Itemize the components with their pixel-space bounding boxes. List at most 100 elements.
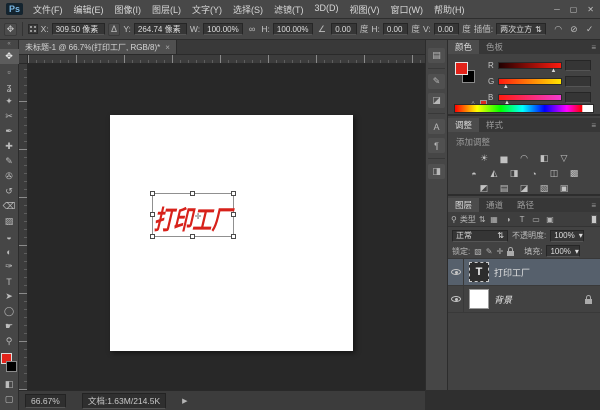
lock-transparent-icon[interactable]: ▧	[474, 247, 482, 256]
chevron-updown-icon[interactable]: ⇅	[479, 215, 486, 224]
transform-handle-nw[interactable]	[150, 191, 155, 196]
angle-input[interactable]: 0.00	[331, 23, 357, 35]
transform-handle-s[interactable]	[190, 234, 195, 239]
red-slider-track[interactable]: ▲	[498, 62, 562, 74]
color-spectrum-ramp[interactable]	[454, 104, 594, 113]
tool-lasso[interactable]: ʓ	[0, 79, 19, 94]
maximize-icon[interactable]: ▢	[570, 5, 578, 14]
red-value-field[interactable]	[565, 60, 591, 71]
clone-source-panel-icon[interactable]: ◨	[428, 164, 445, 179]
tool-crop[interactable]: ✂	[0, 109, 19, 124]
lock-all-icon[interactable]	[507, 246, 515, 256]
tool-eraser[interactable]: ⌫	[0, 199, 19, 214]
commit-transform-icon[interactable]: ✓	[583, 23, 596, 36]
transform-handle-n[interactable]	[190, 191, 195, 196]
levels-icon[interactable]: ▅	[497, 152, 512, 165]
color-lookup-icon[interactable]: ▩	[567, 167, 582, 180]
tab-channels[interactable]: 通道	[479, 198, 510, 212]
filter-smart-objects-icon[interactable]: ▣	[545, 215, 556, 224]
transform-handle-ne[interactable]	[231, 191, 236, 196]
filter-pixel-layers-icon[interactable]: ▦	[489, 215, 500, 224]
invert-icon[interactable]: ◩	[477, 182, 492, 195]
tab-swatches[interactable]: 色板	[479, 40, 510, 54]
visibility-cell[interactable]	[448, 286, 464, 312]
tool-preset-icon[interactable]: ✥	[4, 22, 17, 36]
filtering-toggle[interactable]	[591, 214, 597, 224]
type-layer-thumbnail[interactable]: T	[469, 262, 489, 282]
transform-handle-w[interactable]	[150, 212, 155, 217]
menu-file[interactable]: 文件(F)	[33, 3, 63, 16]
tool-rectangle-shape[interactable]: ◯	[0, 304, 19, 319]
minimize-icon[interactable]: ─	[554, 5, 560, 14]
background-layer-thumbnail[interactable]	[469, 289, 489, 309]
exposure-icon[interactable]: ◧	[537, 152, 552, 165]
screen-mode-button[interactable]: ▢	[0, 392, 19, 407]
filter-adjustment-layers-icon[interactable]: ◑	[503, 215, 514, 224]
panel-menu-icon[interactable]: ≡	[587, 198, 600, 212]
lock-pixels-icon[interactable]: ✎	[486, 247, 493, 256]
zoom-level-field[interactable]: 66.67%	[25, 393, 66, 408]
tool-blur[interactable]: ◒	[0, 229, 19, 244]
height-input[interactable]: 100.00%	[272, 23, 313, 35]
history-panel-icon[interactable]: ▤	[428, 48, 445, 63]
curves-icon[interactable]: ◠	[517, 152, 532, 165]
adjust-sliders-panel-icon[interactable]: ◪	[428, 93, 445, 108]
properties-panel-icon[interactable]: ✎	[428, 74, 445, 89]
x-input[interactable]: 309.50 像素	[51, 23, 105, 35]
channel-mixer-icon[interactable]: ◫	[547, 167, 562, 180]
vskew-input[interactable]: 0.00	[433, 23, 460, 35]
layer-name[interactable]: 打印工厂	[494, 266, 530, 279]
threshold-icon[interactable]: ◪	[517, 182, 532, 195]
transform-handle-sw[interactable]	[150, 234, 155, 239]
green-slider-handle[interactable]: ▲	[503, 84, 509, 90]
menu-view[interactable]: 视图(V)	[350, 3, 380, 16]
tab-paths[interactable]: 路径	[510, 198, 541, 212]
character-panel-icon[interactable]: A	[428, 119, 445, 134]
tool-eyedropper[interactable]: ✒	[0, 124, 19, 139]
photo-filter-icon[interactable]: ◔	[527, 167, 542, 180]
green-value-field[interactable]	[565, 76, 591, 87]
layer-row-type[interactable]: T 打印工厂	[448, 259, 600, 286]
tool-rectangular-marquee[interactable]: ▫	[0, 64, 19, 79]
status-options-arrow-icon[interactable]: ▶	[182, 397, 187, 405]
selective-color-icon[interactable]: ▣	[557, 182, 572, 195]
menu-layer[interactable]: 图层(L)	[152, 3, 181, 16]
document-tab[interactable]: 未标题-1 @ 66.7%(打印工厂, RGB/8)* ×	[19, 40, 177, 54]
menu-image[interactable]: 图像(I)	[115, 3, 142, 16]
interpolation-select[interactable]: 两次立方 ⇅	[496, 23, 546, 35]
transform-handle-e[interactable]	[231, 212, 236, 217]
tool-dodge[interactable]: ◐	[0, 244, 19, 259]
menu-3d[interactable]: 3D(D)	[315, 3, 339, 16]
hue-saturation-icon[interactable]: ◓	[467, 167, 482, 180]
relative-position-icon[interactable]: Δ	[107, 22, 121, 36]
blue-value-field[interactable]	[565, 92, 591, 103]
background-color-swatch[interactable]	[5, 361, 17, 372]
color-balance-icon[interactable]: ◭	[487, 167, 502, 180]
green-slider-track[interactable]: ▲	[498, 78, 562, 90]
menu-filter[interactable]: 滤镜(T)	[274, 3, 304, 16]
transform-bounding-box[interactable]: 打印工厂 ✛	[150, 191, 236, 239]
tool-move[interactable]: ✥	[0, 49, 19, 64]
tool-brush[interactable]: ✎	[0, 154, 19, 169]
width-input[interactable]: 100.00%	[203, 23, 243, 35]
panel-menu-icon[interactable]: ≡	[587, 40, 600, 54]
transform-handle-se[interactable]	[231, 234, 236, 239]
vibrance-icon[interactable]: ▽	[557, 152, 572, 165]
cancel-transform-icon[interactable]: ⊘	[568, 23, 581, 36]
blend-mode-select[interactable]: 正常 ⇅	[452, 229, 508, 242]
tool-path-selection[interactable]: ➤	[0, 289, 19, 304]
brightness-contrast-icon[interactable]: ☀	[477, 152, 492, 165]
opacity-field[interactable]: 100% ▾	[550, 229, 585, 242]
gradient-map-icon[interactable]: ▧	[537, 182, 552, 195]
black-white-icon[interactable]: ◨	[507, 167, 522, 180]
tool-clone-stamp[interactable]: ✇	[0, 169, 19, 184]
tab-styles[interactable]: 样式	[479, 118, 510, 132]
menu-select[interactable]: 选择(S)	[233, 3, 263, 16]
quick-mask-button[interactable]: ◧	[0, 377, 19, 392]
link-dimensions-icon[interactable]: ∞	[246, 23, 259, 36]
menu-help[interactable]: 帮助(H)	[434, 3, 465, 16]
tool-spot-healing-brush[interactable]: ✚	[0, 139, 19, 154]
transform-center-point[interactable]: ✛	[195, 212, 202, 221]
filter-type-layers-icon[interactable]: T	[517, 215, 528, 224]
warp-mode-icon[interactable]: ◠	[552, 23, 565, 36]
